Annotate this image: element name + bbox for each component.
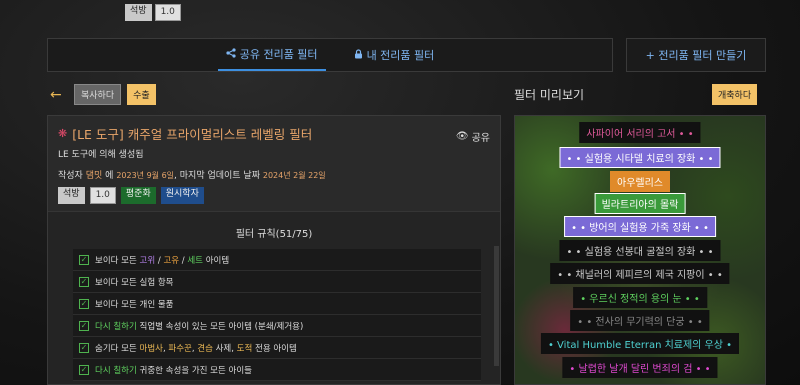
back-arrow-icon[interactable]: ← (50, 87, 66, 103)
filter-rule-row[interactable]: ✓ 숨기다 모든 마법사, 파수꾼, 견습 사제, 도적 전용 아이템 (73, 337, 481, 359)
filter-rule-row[interactable]: ✓ 다시 칠하기 귀중한 속성을 가진 모든 아이들 (73, 359, 481, 381)
loot-label: • • 방어의 실험용 가죽 장화 • • (564, 216, 716, 237)
filter-detail-panel: ❋ [LE 도구] 캐주얼 프라이멀리스트 레벨링 필터 👁 공유 LE 도구에… (47, 115, 501, 385)
filter-rule-row[interactable]: ✓ 보이다 모든 실험 항목 (73, 271, 481, 293)
tag-version: 1.0 (89, 187, 116, 204)
loot-label: • • 실험용 선봉대 굴절의 장화 • • (559, 240, 721, 261)
author-on: 에 (105, 171, 114, 181)
filter-title: [LE 도구] 캐주얼 프라이멀리스트 레벨링 필터 (72, 127, 313, 142)
created-date: 2023년 9월 6일 (116, 171, 175, 180)
share-status-label: 공유 (471, 133, 490, 144)
rule-text: 보이다 모든 실험 항목 (95, 277, 174, 288)
rule-text: 보이다 모든 고위 / 고유 / 세트 아이템 (95, 255, 230, 266)
loot-label: • • 전사의 무기력의 단궁 • • (570, 310, 710, 331)
tab-shared-filters[interactable]: 공유 전리품 필터 (217, 39, 326, 71)
updated-prefix: , 마지막 업데이트 날짜 (174, 171, 260, 181)
rules-list: ✓ 보이다 모든 고위 / 고유 / 세트 아이템 ✓ 보이다 모든 실험 항목 ✓ 보이… (73, 249, 481, 381)
loot-label: 사파이어 서리의 고서 • • (579, 122, 701, 143)
filter-meta: 작성자 댐밋 에 2023년 9월 6일, 마지막 업데이트 날짜 2024년 … (58, 168, 490, 181)
share-status: 👁 공유 (456, 129, 490, 144)
rule-enabled-checkbox[interactable]: ✓ (79, 276, 89, 287)
collapse-preview-button[interactable]: 개축하다 (712, 84, 758, 105)
filter-rule-row[interactable]: ✓ 다시 칠하기 직업별 속성이 있는 모든 아이템 (분쇄/제거용) (73, 315, 481, 337)
tag-release: 석방 (58, 187, 85, 204)
rules-title: 필터 규칙(51/75) (235, 229, 313, 240)
tab-label: 내 전리품 필터 (366, 49, 435, 62)
filter-header: ❋ [LE 도구] 캐주얼 프라이멀리스트 레벨링 필터 👁 공유 LE 도구에… (48, 116, 500, 212)
updated-date: 2024년 2월 22일 (262, 171, 326, 180)
release-badge: 석방 (125, 4, 152, 21)
rule-enabled-checkbox[interactable]: ✓ (79, 254, 89, 265)
filter-preview-pane: 사파이어 서리의 고서 • • • • 실험용 시타델 치료의 장화 • • 아우렐… (514, 115, 766, 385)
author-prefix: 작성자 (58, 171, 83, 181)
author-name[interactable]: 댐밋 (86, 171, 103, 181)
rule-enabled-checkbox[interactable]: ✓ (79, 320, 89, 331)
tag-leveling: 평준화 (120, 187, 156, 204)
top-badges: 석방 1.0 (125, 4, 181, 21)
filter-rule-row[interactable]: ✓ 보이다 모든 개인 물품 (73, 293, 481, 315)
rules-scrollbar[interactable] (494, 246, 499, 366)
rule-text: 보이다 모든 개인 물품 (95, 299, 174, 310)
rule-enabled-checkbox[interactable]: ✓ (79, 364, 89, 375)
preview-title: 필터 미리보기 (514, 88, 585, 102)
filter-tags: 석방 1.0 평준화 원시학자 (58, 187, 490, 204)
filter-subtitle: LE 도구에 의해 생성됨 (58, 150, 144, 160)
create-filter-button[interactable]: + 전리품 필터 만들기 (626, 38, 766, 72)
tag-primalist: 원시학자 (160, 187, 204, 204)
loot-label: • • 실험용 시타델 치료의 장화 • • (559, 147, 721, 168)
export-button[interactable]: 수출 (127, 84, 156, 105)
loot-label: • Vital Humble Eterran 치료제의 우상 • (540, 333, 740, 354)
tab-my-filters[interactable]: 내 전리품 필터 (346, 39, 443, 71)
share-icon (226, 47, 236, 61)
lock-icon (354, 48, 363, 62)
tab-label: 공유 전리품 필터 (239, 48, 318, 61)
filter-tabs: 공유 전리품 필터 내 전리품 필터 (47, 38, 613, 72)
eye-icon: 👁 (455, 131, 469, 142)
rule-text: 다시 칠하기 귀중한 속성을 가진 모든 아이들 (95, 365, 252, 376)
loot-label: • • 채널러의 제피르의 제국 지팡이 • • (550, 263, 730, 284)
rule-text: 숨기다 모든 마법사, 파수꾼, 견습 사제, 도적 전용 아이템 (95, 343, 297, 354)
primalist-class-icon: ❋ (58, 127, 68, 140)
loot-label: • 날렵한 날개 달린 번죄의 검 • • (562, 357, 718, 378)
rule-enabled-checkbox[interactable]: ✓ (79, 342, 89, 353)
filter-title-row: ❋ [LE 도구] 캐주얼 프라이멀리스트 레벨링 필터 (58, 124, 490, 143)
filter-rule-row[interactable]: ✓ 보이다 모든 고위 / 고유 / 세트 아이템 (73, 249, 481, 271)
loot-label: 빌라트리아의 몰락 (594, 193, 686, 214)
filter-toolbar: ← 복사하다 수출 (50, 84, 156, 105)
rule-enabled-checkbox[interactable]: ✓ (79, 298, 89, 309)
loot-label: • 우르신 정적의 용의 눈 • • (573, 287, 707, 308)
copy-button[interactable]: 복사하다 (74, 84, 122, 105)
rule-text: 다시 칠하기 직업별 속성이 있는 모든 아이템 (분쇄/제거용) (95, 321, 304, 332)
loot-label: 아우렐리스 (610, 171, 670, 192)
version-badge: 1.0 (154, 4, 181, 21)
